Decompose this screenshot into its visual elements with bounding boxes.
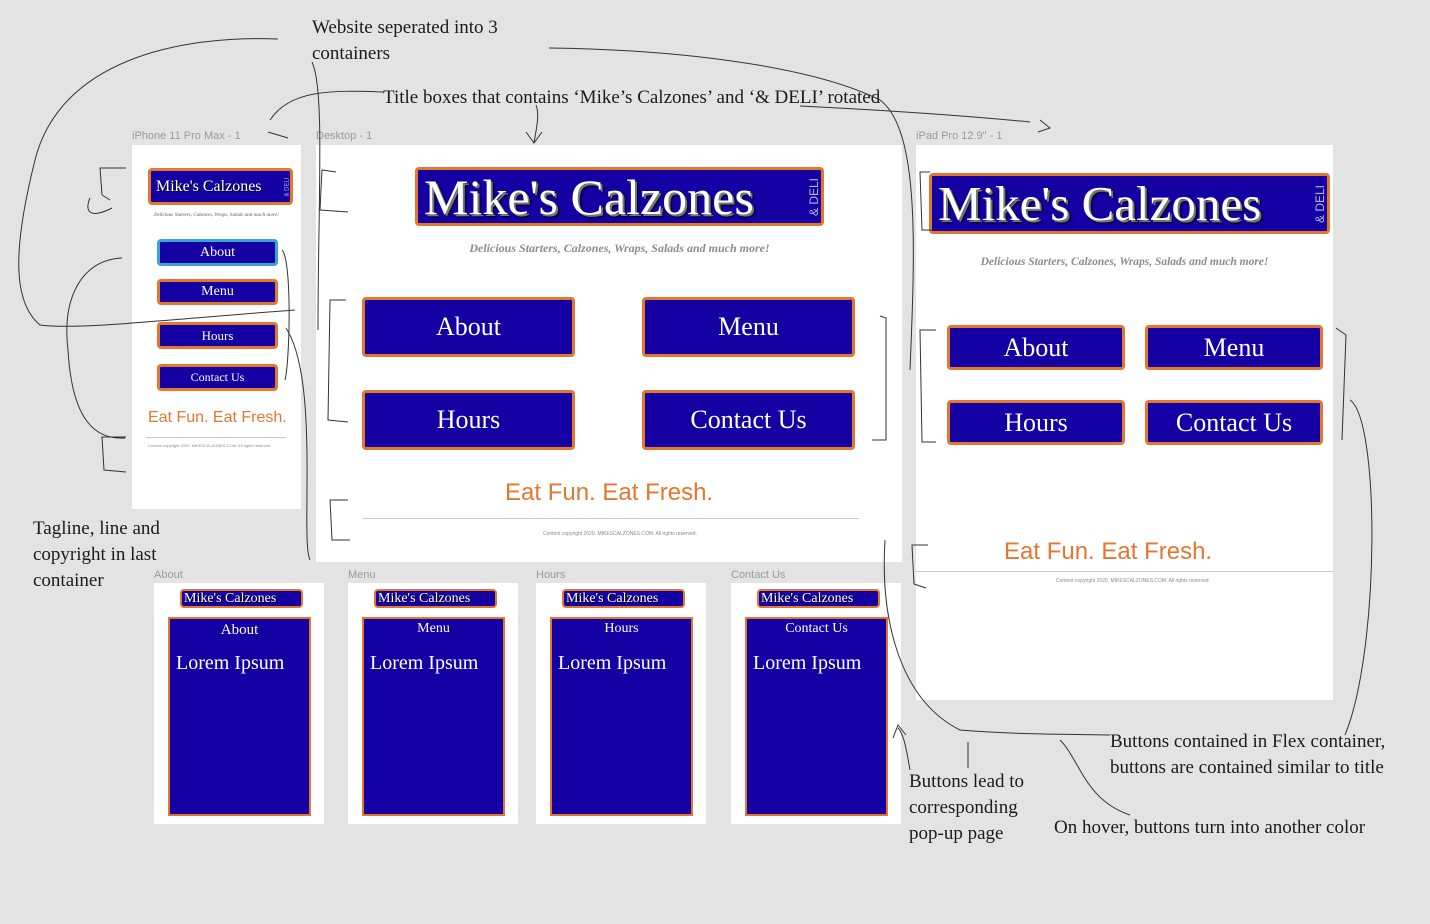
popup-content: Lorem Ipsum xyxy=(176,652,285,674)
artboard-label-desktop: Desktop - 1 xyxy=(316,130,373,142)
contact-popup-artboard: Mike's Calzones Contact Us Lorem Ipsum xyxy=(731,583,901,824)
popup-title-box: Mike's Calzones xyxy=(562,589,685,608)
popup-title-box: Mike's Calzones xyxy=(374,589,497,608)
hours-popup-artboard: Mike's Calzones Hours Lorem Ipsum xyxy=(536,583,706,824)
annotation-hover: On hover, buttons turn into another colo… xyxy=(1054,817,1366,838)
annotation-containers: Website seperated into 3 containers xyxy=(312,17,498,64)
popup-title-box: Mike's Calzones xyxy=(180,589,303,608)
site-title-box: Mike's Calzones & DELI xyxy=(148,168,293,205)
hours-button[interactable]: Hours xyxy=(157,322,278,349)
site-title: Mike's Calzones xyxy=(424,168,754,225)
popup-heading: Menu xyxy=(417,621,450,636)
copyright: Content copyright 2020. MIKESCALZONES.CO… xyxy=(1056,578,1210,584)
contact-popup: Contact Us Lorem Ipsum xyxy=(745,617,888,816)
popup-heading: About xyxy=(220,622,259,638)
artboard-label-contact: Contact Us xyxy=(731,569,786,581)
popup-title: Mike's Calzones xyxy=(184,590,277,606)
menu-popup-artboard: Mike's Calzones Menu Lorem Ipsum xyxy=(348,583,518,824)
artboard-label-iphone: iPhone 11 Pro Max - 1 xyxy=(132,130,241,142)
copyright: Content copyright 2020. MIKESCALZONES.CO… xyxy=(543,531,697,537)
desktop-artboard: Mike's Calzones & DELI Delicious Starter… xyxy=(316,145,902,562)
slogan: Eat Fun. Eat Fresh. xyxy=(148,409,287,426)
deli-label: & DELI xyxy=(806,177,821,216)
hours-button[interactable]: Hours xyxy=(362,390,575,450)
about-popup: About Lorem Ipsum xyxy=(168,617,311,816)
annotation-title-boxes: Title boxes that contains ‘Mike’s Calzon… xyxy=(383,87,881,108)
popup-title: Mike's Calzones xyxy=(378,590,471,606)
ipad-artboard: Mike's Calzones & DELI Delicious Starter… xyxy=(916,145,1333,700)
annotation-flex: Buttons contained in Flex container, but… xyxy=(1110,731,1386,778)
contact-button[interactable]: Contact Us xyxy=(1145,400,1323,445)
artboard-label-about: About xyxy=(154,569,183,581)
popup-heading: Contact Us xyxy=(785,621,848,636)
popup-title: Mike's Calzones xyxy=(761,590,854,606)
site-title: Mike's Calzones xyxy=(156,177,262,195)
site-title: Mike's Calzones xyxy=(938,176,1262,231)
menu-button[interactable]: Menu xyxy=(157,279,278,305)
artboard-label-menu: Menu xyxy=(348,569,376,581)
hours-popup: Hours Lorem Ipsum xyxy=(550,617,693,816)
deli-label: & DELI xyxy=(1312,184,1327,223)
artboard-label-hours: Hours xyxy=(536,569,566,581)
tagline: Delicious Starters, Calzones, Wraps, Sal… xyxy=(469,241,770,255)
menu-button[interactable]: Menu xyxy=(642,297,855,357)
contact-button[interactable]: Contact Us xyxy=(642,390,855,450)
annotation-popup: Buttons lead to corresponding pop-up pag… xyxy=(909,771,1025,844)
slogan: Eat Fun. Eat Fresh. xyxy=(1004,538,1213,565)
popup-content: Lorem Ipsum xyxy=(753,652,862,674)
popup-content: Lorem Ipsum xyxy=(370,652,479,674)
popup-heading: Hours xyxy=(604,621,639,636)
site-title-box: Mike's Calzones & DELI xyxy=(929,173,1330,234)
tagline: Delicious Starters, Calzones, Wraps, Sal… xyxy=(980,256,1269,268)
popup-title-box: Mike's Calzones xyxy=(757,589,880,608)
hours-button[interactable]: Hours xyxy=(947,400,1125,445)
iphone-artboard: Mike's Calzones & DELI Delicious Starter… xyxy=(132,145,301,509)
about-button[interactable]: About xyxy=(362,297,575,357)
divider xyxy=(916,571,1333,572)
copyright: Content copyright 2020. MIKESCALZONES.CO… xyxy=(148,443,272,448)
deli-label: & DELI xyxy=(284,176,291,197)
divider xyxy=(363,518,859,519)
menu-button[interactable]: Menu xyxy=(1145,325,1323,370)
artboard-label-ipad: iPad Pro 12.9" - 1 xyxy=(916,130,1003,142)
about-button[interactable]: About xyxy=(157,239,278,266)
tagline: Delicious Starters, Calzones, Wraps, Sal… xyxy=(153,213,280,218)
slogan: Eat Fun. Eat Fresh. xyxy=(505,479,714,506)
divider xyxy=(146,437,286,438)
contact-button[interactable]: Contact Us xyxy=(157,364,278,391)
popup-title: Mike's Calzones xyxy=(566,590,659,606)
menu-popup: Menu Lorem Ipsum xyxy=(362,617,505,816)
site-title-box: Mike's Calzones & DELI xyxy=(415,167,824,226)
popup-content: Lorem Ipsum xyxy=(558,652,667,674)
about-button[interactable]: About xyxy=(947,325,1125,370)
about-popup-artboard: Mike's Calzones About Lorem Ipsum xyxy=(154,583,324,824)
